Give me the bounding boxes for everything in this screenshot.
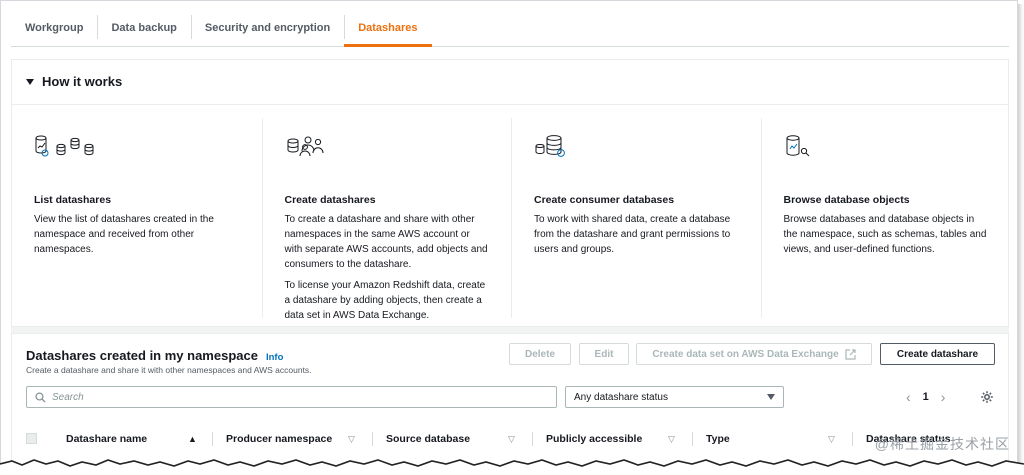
column-label: Publicly accessible <box>546 433 643 445</box>
column-text: To work with shared data, create a datab… <box>534 214 731 255</box>
column-divider <box>692 432 693 446</box>
edit-button[interactable]: Edit <box>579 343 629 365</box>
column-label: Type <box>706 433 730 445</box>
column-text: To license your Amazon Redshift data, cr… <box>284 280 486 321</box>
divider <box>12 104 1008 105</box>
how-it-works-columns: List datashares View the list of datasha… <box>12 118 1011 321</box>
sort-ascending-icon[interactable]: ▲ <box>188 424 197 454</box>
column-header-source-database[interactable]: Source database <box>386 424 470 454</box>
datashares-panel: Datashares created in my namespace Info … <box>11 333 1010 469</box>
how-it-works-title: How it works <box>42 74 123 89</box>
database-users-icon <box>285 134 490 170</box>
how-it-works-toggle[interactable]: How it works <box>26 74 122 89</box>
column-label: Datashare name <box>66 433 148 445</box>
column-divider <box>852 432 853 446</box>
how-it-works-column: Create datashares To create a datashare … <box>261 118 512 321</box>
edit-button-label: Edit <box>594 348 614 360</box>
info-link[interactable]: Info <box>266 352 283 363</box>
database-chart-icon <box>34 134 240 170</box>
panel-title: Datashares created in my namespace <box>26 348 258 363</box>
tab-data-backup[interactable]: Data backup <box>97 9 190 46</box>
column-header-producer-namespace[interactable]: Producer namespace <box>226 424 332 454</box>
column-divider <box>372 432 373 446</box>
column-title: Browse database objects <box>783 194 910 206</box>
column-header-type[interactable]: Type <box>706 424 730 454</box>
create-data-set-button[interactable]: Create data set on AWS Data Exchange <box>636 343 872 365</box>
frame-shadow <box>1018 4 1024 470</box>
sort-icon[interactable]: ▽ <box>668 424 675 454</box>
how-it-works-column: List datashares View the list of datasha… <box>12 118 262 318</box>
column-text: Browse databases and database objects in… <box>783 214 987 255</box>
torn-edge <box>0 459 1024 475</box>
select-all-checkbox[interactable] <box>26 433 37 444</box>
column-label: Producer namespace <box>226 433 333 445</box>
column-label: Source database <box>386 433 471 445</box>
datashare-status-select[interactable]: Any datashare status <box>565 386 784 408</box>
tab-bar: Workgroup Data backup Security and encry… <box>11 9 1009 47</box>
delete-button[interactable]: Delete <box>509 343 571 365</box>
tab-datashares[interactable]: Datashares <box>344 9 432 47</box>
create-data-set-label: Create data set on AWS Data Exchange <box>652 348 839 360</box>
column-text: View the list of datashares created in t… <box>34 214 214 255</box>
column-divider <box>532 432 533 446</box>
next-page-icon[interactable]: › <box>941 389 946 405</box>
create-datashare-button[interactable]: Create datashare <box>880 343 995 365</box>
delete-button-label: Delete <box>524 348 555 360</box>
search-icon <box>35 391 46 402</box>
pagination: ‹ 1 › <box>906 389 945 405</box>
column-divider <box>212 432 213 446</box>
how-it-works-panel: How it works List datashares View the li… <box>11 59 1009 327</box>
caret-down-icon <box>26 78 34 85</box>
database-search-icon <box>784 134 989 170</box>
search-field[interactable] <box>26 386 557 408</box>
search-input[interactable] <box>52 391 532 403</box>
column-title: List datashares <box>34 194 112 206</box>
column-title: Create consumer databases <box>534 194 675 206</box>
column-header-datashare-name[interactable]: Datashare name <box>66 424 147 454</box>
external-link-icon <box>845 348 856 360</box>
gear-icon[interactable] <box>980 390 994 407</box>
table-header: Datashare name ▲ Producer namespace ▽ So… <box>12 424 1010 454</box>
column-text: To create a datashare and share with oth… <box>284 214 488 270</box>
panel-header: Datashares created in my namespace Info <box>26 348 283 363</box>
status-select-value: Any datashare status <box>574 391 668 403</box>
sort-icon[interactable]: ▽ <box>508 424 515 454</box>
app-frame: Workgroup Data backup Security and encry… <box>0 0 1018 470</box>
column-header-publicly-accessible[interactable]: Publicly accessible <box>546 424 642 454</box>
column-title: Create datashares <box>284 194 376 206</box>
tab-workgroup[interactable]: Workgroup <box>11 9 97 46</box>
create-datashare-label: Create datashare <box>896 348 979 360</box>
sort-icon[interactable]: ▽ <box>828 424 835 454</box>
consumer-database-icon <box>534 134 739 170</box>
current-page[interactable]: 1 <box>923 391 929 403</box>
sort-icon[interactable]: ▽ <box>348 424 355 454</box>
previous-page-icon[interactable]: ‹ <box>906 389 911 405</box>
watermark: @稀土掘金技术社区 <box>874 436 1010 452</box>
tab-security-and-encryption[interactable]: Security and encryption <box>190 9 344 46</box>
how-it-works-column: Create consumer databases To work with s… <box>511 118 761 318</box>
dropdown-caret-icon <box>767 394 775 400</box>
panel-description: Create a datashare and share it with oth… <box>26 365 312 375</box>
how-it-works-column: Browse database objects Browse databases… <box>760 118 1011 318</box>
